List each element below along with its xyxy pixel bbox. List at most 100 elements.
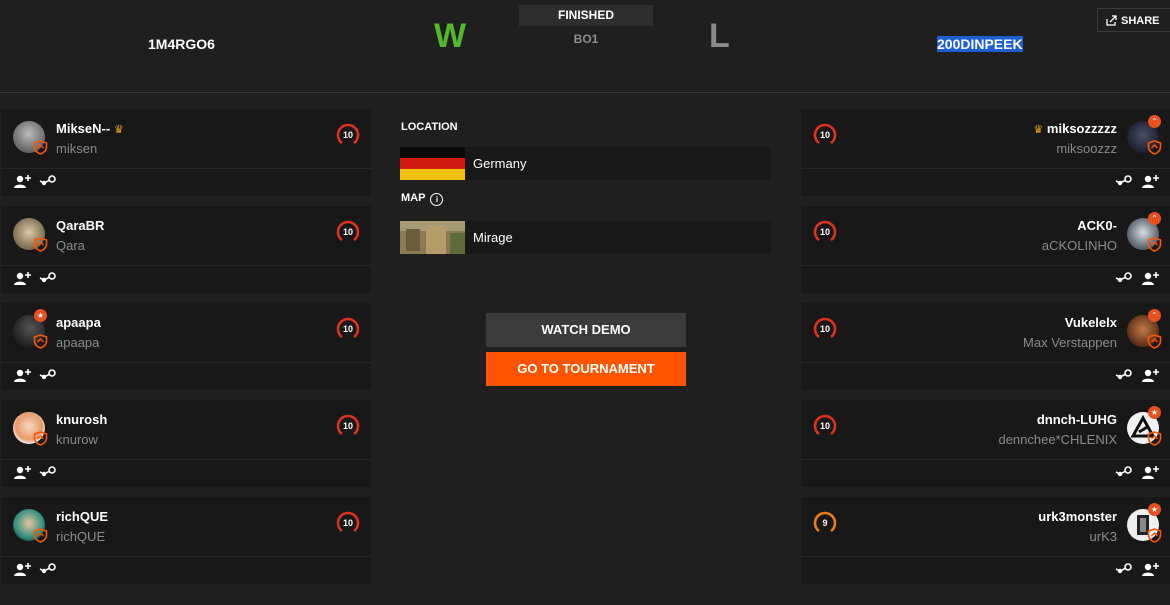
map-thumbnail [400, 221, 465, 254]
player-name: dennchee*CHLENIX [998, 432, 1117, 447]
player-card-left-2[interactable]: QaraBR Qara 10 [1, 206, 371, 293]
skill-level-badge: 10 [812, 219, 838, 245]
player-card-right-1[interactable]: 10 ♛ miksozzzzz miksoozzz ⌃ [801, 109, 1170, 196]
map-label-row: MAP i [401, 192, 444, 206]
divider [1, 459, 371, 460]
star-badge-icon: ★ [34, 309, 47, 322]
shield-badge-icon [1147, 334, 1162, 349]
divider [1, 556, 371, 557]
player-actions [13, 465, 65, 484]
add-friend-icon[interactable] [1141, 562, 1159, 576]
player-nickname[interactable]: richQUE [56, 509, 108, 524]
star-badge-icon: ⌃ [1148, 212, 1161, 225]
share-icon [1106, 15, 1117, 26]
player-nickname[interactable]: ♛ miksozzzzz [1033, 121, 1117, 136]
add-friend-icon[interactable] [13, 174, 31, 188]
add-friend-icon[interactable] [1141, 465, 1159, 479]
info-icon[interactable]: i [430, 193, 444, 206]
add-friend-icon[interactable] [13, 562, 31, 576]
steam-icon[interactable] [39, 465, 57, 479]
player-card-right-2[interactable]: 10 ACK0- aCKOLINHO ⌃ [801, 206, 1170, 293]
map-value: Mirage [473, 230, 513, 245]
player-card-left-1[interactable]: MikseN-- ♛ miksen 10 [1, 109, 371, 196]
player-card-left-5[interactable]: richQUE richQUE 10 [1, 497, 371, 584]
skill-level-value: 10 [819, 227, 830, 237]
player-name: Qara [56, 238, 85, 253]
skill-level-value: 9 [822, 518, 828, 528]
go-to-tournament-button[interactable]: GO TO TOURNAMENT [486, 352, 686, 386]
player-card-right-5[interactable]: 9 urk3monster urK3 ★ [801, 497, 1170, 584]
steam-icon[interactable] [1115, 562, 1133, 576]
player-nickname[interactable]: QaraBR [56, 218, 104, 233]
share-label: SHARE [1121, 15, 1160, 27]
steam-icon[interactable] [1115, 368, 1133, 382]
team-right-name-text: 200DINPEEK [937, 36, 1023, 52]
add-friend-icon[interactable] [1141, 368, 1159, 382]
divider [1, 265, 371, 266]
result-win: W [434, 17, 467, 55]
team-left-name[interactable]: 1M4RGO6 [148, 36, 215, 52]
player-name: aCKOLINHO [1041, 238, 1117, 253]
steam-icon[interactable] [39, 368, 57, 382]
skill-level-badge: 10 [335, 219, 361, 245]
add-friend-icon[interactable] [1141, 271, 1159, 285]
steam-icon[interactable] [1115, 271, 1133, 285]
player-name: apaapa [56, 335, 100, 350]
shield-badge-icon [1147, 431, 1162, 446]
shield-badge-icon [1147, 528, 1162, 543]
player-nickname[interactable]: dnnch-LUHG [1037, 412, 1117, 427]
add-friend-icon[interactable] [13, 368, 31, 382]
shield-badge-icon [1147, 237, 1162, 252]
steam-icon[interactable] [39, 271, 57, 285]
player-actions [1115, 368, 1167, 387]
watch-demo-button[interactable]: WATCH DEMO [486, 313, 686, 347]
skill-level-badge: 9 [812, 510, 838, 536]
team-right-name[interactable]: 200DINPEEK [937, 36, 1023, 52]
skill-level-badge: 10 [335, 510, 361, 536]
player-name: Max Verstappen [1023, 335, 1117, 350]
player-nickname[interactable]: ACK0- [1077, 218, 1117, 233]
player-card-left-3[interactable]: ★ apaapa apaapa 10 [1, 303, 371, 390]
map-label: MAP [401, 192, 426, 204]
shield-badge-icon [33, 334, 48, 349]
player-name: miksoozzz [1056, 141, 1117, 156]
steam-icon[interactable] [1115, 174, 1133, 188]
location-row: Germany [400, 147, 771, 180]
shield-badge-icon [33, 431, 48, 446]
player-card-right-4[interactable]: 10 dnnch-LUHG dennchee*CHLENIX ★ [801, 400, 1170, 487]
match-status: FINISHED [519, 5, 653, 26]
star-badge-icon: ⌃ [1148, 309, 1161, 322]
steam-icon[interactable] [39, 562, 57, 576]
divider [801, 556, 1170, 557]
player-actions [13, 562, 65, 581]
skill-level-value: 10 [819, 324, 830, 334]
player-actions [13, 271, 65, 290]
player-card-left-4[interactable]: knurosh knurow 10 [1, 400, 371, 487]
player-nickname[interactable]: Vukelelx [1065, 315, 1117, 330]
player-nickname[interactable]: apaapa [56, 315, 101, 330]
add-friend-icon[interactable] [13, 465, 31, 479]
player-nickname[interactable]: MikseN-- ♛ [56, 121, 124, 136]
skill-level-value: 10 [819, 421, 830, 431]
share-button[interactable]: SHARE [1097, 8, 1170, 32]
player-nickname[interactable]: urk3monster [1038, 509, 1117, 524]
player-actions [1115, 562, 1167, 581]
skill-level-value: 10 [342, 130, 353, 140]
player-actions [1115, 271, 1167, 290]
steam-icon[interactable] [39, 174, 57, 188]
steam-icon[interactable] [1115, 465, 1133, 479]
player-card-right-3[interactable]: 10 Vukelelx Max Verstappen ⌃ [801, 303, 1170, 390]
skill-level-value: 10 [342, 518, 353, 528]
germany-flag-icon [400, 147, 465, 180]
location-value: Germany [473, 156, 527, 171]
match-format: BO1 [573, 32, 599, 46]
player-actions [13, 368, 65, 387]
player-nickname[interactable]: knurosh [56, 412, 107, 427]
divider [1, 168, 371, 169]
add-friend-icon[interactable] [1141, 174, 1159, 188]
add-friend-icon[interactable] [13, 271, 31, 285]
player-actions [1115, 465, 1167, 484]
skill-level-badge: 10 [812, 413, 838, 439]
skill-level-badge: 10 [812, 122, 838, 148]
skill-level-badge: 10 [812, 316, 838, 342]
